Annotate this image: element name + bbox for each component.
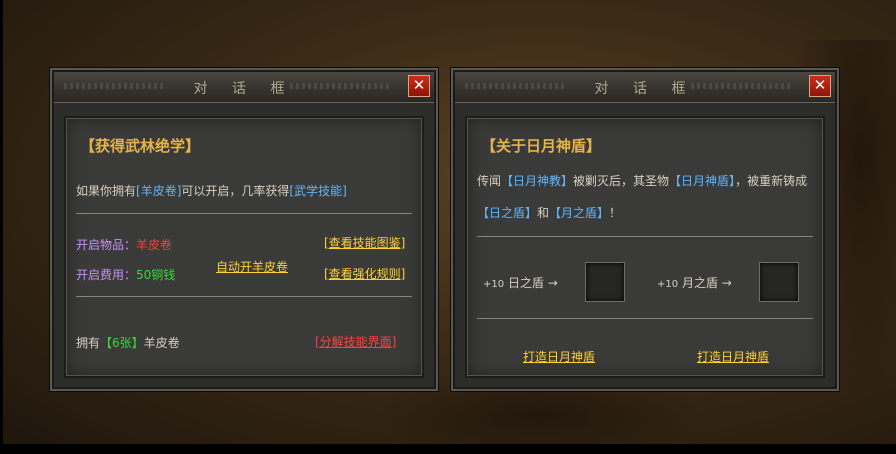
moon-shield-label: +10 月之盾 → bbox=[657, 274, 732, 291]
owned-suffix: 羊皮卷 bbox=[143, 336, 180, 350]
forge-shield-button-left[interactable]: 打造日月神盾 bbox=[523, 348, 595, 365]
skill-scroll-dialog: 对 话 框 ✕ 【获得武林绝学】 如果你拥有[羊皮卷]可以开启，几率获得[武学技… bbox=[50, 68, 438, 391]
decompose-skill-link[interactable]: [分解技能界面] bbox=[315, 333, 396, 350]
shield-name: 【日月神盾】 bbox=[669, 174, 736, 188]
open-cost-label: 开启费用： bbox=[76, 268, 137, 282]
sun-shield-label: +10 日之盾 → bbox=[483, 274, 558, 291]
open-cost-value: 50铜钱 bbox=[136, 268, 176, 282]
moon-shield-name: 【月之盾】 bbox=[549, 206, 610, 220]
divider bbox=[477, 236, 813, 237]
view-skill-guide-link[interactable]: [查看技能图鉴] bbox=[324, 234, 405, 251]
sun-shield-text: 日之盾 bbox=[507, 276, 544, 290]
lore-text-line1: 传闻【日月神教】被剿灭后，其圣物【日月神盾】，被重新铸成 bbox=[477, 172, 807, 189]
dialog-title: 对 话 框 bbox=[594, 81, 696, 97]
close-button[interactable]: ✕ bbox=[809, 75, 831, 97]
lore-part: ，被重新铸成 bbox=[735, 174, 808, 188]
open-item-label: 开启物品： bbox=[76, 238, 137, 252]
open-cost-row: 开启费用：50铜钱 bbox=[76, 266, 175, 283]
lore-part: ！ bbox=[609, 206, 622, 220]
dialog-content-panel: 【获得武林绝学】 如果你拥有[羊皮卷]可以开启，几率获得[武学技能] 开启物品：… bbox=[64, 116, 424, 378]
dialog-titlebar[interactable]: 对 话 框 ✕ bbox=[54, 72, 434, 103]
divider bbox=[76, 296, 412, 297]
item-name-scroll: [羊皮卷] bbox=[136, 184, 182, 198]
divider bbox=[76, 213, 412, 214]
arrow-icon: → bbox=[547, 276, 558, 290]
sun-shield-level: +10 bbox=[483, 279, 505, 290]
lore-text-line2: 【日之盾】和【月之盾】！ bbox=[477, 204, 621, 221]
description-part: 如果你拥有 bbox=[76, 184, 137, 198]
lore-part: 和 bbox=[537, 206, 550, 220]
sun-moon-shield-dialog: 对 话 框 ✕ 【关于日月神盾】 传闻【日月神教】被剿灭后，其圣物【日月神盾】，… bbox=[451, 68, 839, 391]
open-item-value: 羊皮卷 bbox=[136, 238, 173, 252]
screen-border-left bbox=[0, 0, 3, 454]
moon-shield-level: +10 bbox=[657, 279, 679, 290]
dialog-title: 对 话 框 bbox=[193, 81, 295, 97]
sun-shield-item-slot[interactable] bbox=[585, 262, 625, 302]
dialog-titlebar[interactable]: 对 话 框 ✕ bbox=[455, 72, 835, 103]
forge-shield-button-right[interactable]: 打造日月神盾 bbox=[697, 348, 769, 365]
arrow-icon: → bbox=[721, 276, 732, 290]
owned-prefix: 拥有 bbox=[76, 336, 101, 350]
skill-type-name: [武学技能] bbox=[289, 184, 347, 198]
moon-shield-text: 月之盾 bbox=[681, 276, 718, 290]
divider bbox=[477, 318, 813, 319]
section-heading: 【关于日月神盾】 bbox=[481, 137, 602, 155]
description-text: 如果你拥有[羊皮卷]可以开启，几率获得[武学技能] bbox=[76, 182, 347, 199]
auto-open-scroll-link[interactable]: 自动开羊皮卷 bbox=[216, 258, 288, 275]
view-enhance-rules-link[interactable]: [查看强化规则] bbox=[324, 265, 405, 282]
owned-count-row: 拥有【6张】羊皮卷 bbox=[76, 334, 180, 351]
lore-part: 被剿灭后，其圣物 bbox=[573, 174, 670, 188]
dialog-content-panel: 【关于日月神盾】 传闻【日月神教】被剿灭后，其圣物【日月神盾】，被重新铸成 【日… bbox=[465, 116, 825, 378]
section-heading: 【获得武林绝学】 bbox=[80, 137, 201, 155]
close-button[interactable]: ✕ bbox=[408, 75, 430, 97]
cult-name: 【日月神教】 bbox=[501, 174, 574, 188]
lore-part: 传闻 bbox=[477, 174, 502, 188]
owned-count: 【6张】 bbox=[100, 336, 144, 350]
moon-shield-item-slot[interactable] bbox=[759, 262, 799, 302]
description-part: 可以开启，几率获得 bbox=[181, 184, 290, 198]
sun-shield-name: 【日之盾】 bbox=[477, 206, 538, 220]
open-item-row: 开启物品：羊皮卷 bbox=[76, 236, 172, 253]
screen-border-bottom bbox=[0, 444, 896, 454]
